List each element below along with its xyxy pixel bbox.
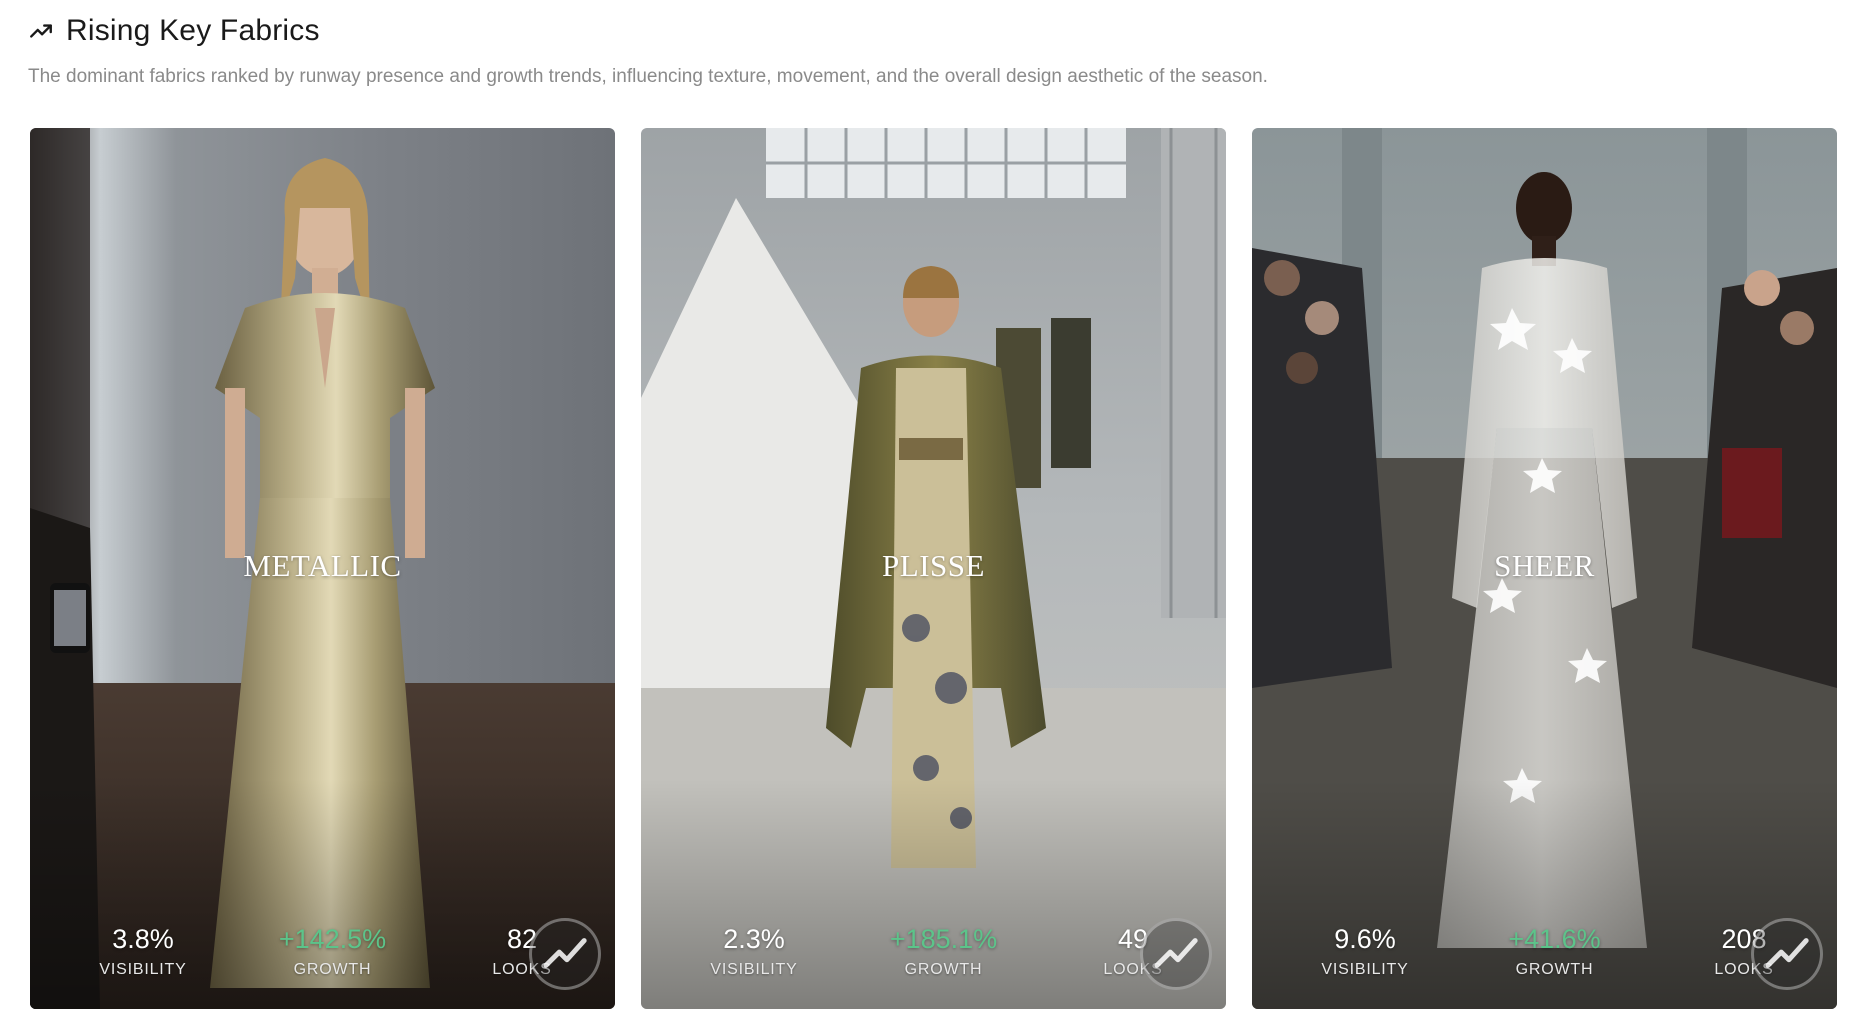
fabric-cards: METALLIC 3.8% VISIBILITY +142.5% GROWTH … xyxy=(30,128,1837,1009)
fabric-card-sheer[interactable]: SHEER 9.6% VISIBILITY +41.6% GROWTH 208 … xyxy=(1252,128,1837,1009)
fabric-name: PLISSE xyxy=(882,548,985,583)
trend-chart-icon xyxy=(543,938,587,968)
trend-chart-icon xyxy=(1154,938,1198,968)
visibility-stat: 3.8% VISIBILITY xyxy=(98,924,188,979)
visibility-label: VISIBILITY xyxy=(1321,961,1409,978)
trend-chart-button[interactable] xyxy=(1751,918,1823,990)
growth-label: GROWTH xyxy=(904,961,983,978)
growth-label: GROWTH xyxy=(1515,961,1594,978)
trending-up-icon xyxy=(28,18,54,44)
trend-chart-icon xyxy=(1765,938,1809,968)
fabric-name: SHEER xyxy=(1494,548,1595,583)
visibility-label: VISIBILITY xyxy=(99,961,187,978)
fabric-stats: 3.8% VISIBILITY +142.5% GROWTH 82 LOOKS xyxy=(30,924,615,979)
fabric-stats: 2.3% VISIBILITY +185.1% GROWTH 49 LOOKS xyxy=(641,924,1226,979)
growth-value: +41.6% xyxy=(1508,924,1601,954)
visibility-value: 9.6% xyxy=(1334,924,1396,954)
visibility-value: 2.3% xyxy=(723,924,785,954)
visibility-stat: 2.3% VISIBILITY xyxy=(709,924,799,979)
visibility-value: 3.8% xyxy=(112,924,174,954)
growth-stat: +185.1% GROWTH xyxy=(890,924,997,979)
growth-stat: +142.5% GROWTH xyxy=(279,924,386,979)
growth-value: +142.5% xyxy=(278,924,387,954)
growth-stat: +41.6% GROWTH xyxy=(1508,924,1600,979)
visibility-stat: 9.6% VISIBILITY xyxy=(1320,924,1410,979)
section-header: Rising Key Fabrics xyxy=(28,14,320,48)
section-subtitle: The dominant fabrics ranked by runway pr… xyxy=(28,66,1268,87)
fabric-card-plisse[interactable]: PLISSE 2.3% VISIBILITY +185.1% GROWTH 49… xyxy=(641,128,1226,1009)
growth-value: +185.1% xyxy=(889,924,998,954)
visibility-label: VISIBILITY xyxy=(710,961,798,978)
fabric-card-metallic[interactable]: METALLIC 3.8% VISIBILITY +142.5% GROWTH … xyxy=(30,128,615,1009)
section-title: Rising Key Fabrics xyxy=(66,14,320,47)
trend-chart-button[interactable] xyxy=(1140,918,1212,990)
fabric-name: METALLIC xyxy=(243,548,402,583)
fabric-stats: 9.6% VISIBILITY +41.6% GROWTH 208 LOOKS xyxy=(1252,924,1837,979)
trend-chart-button[interactable] xyxy=(529,918,601,990)
growth-label: GROWTH xyxy=(293,961,372,978)
